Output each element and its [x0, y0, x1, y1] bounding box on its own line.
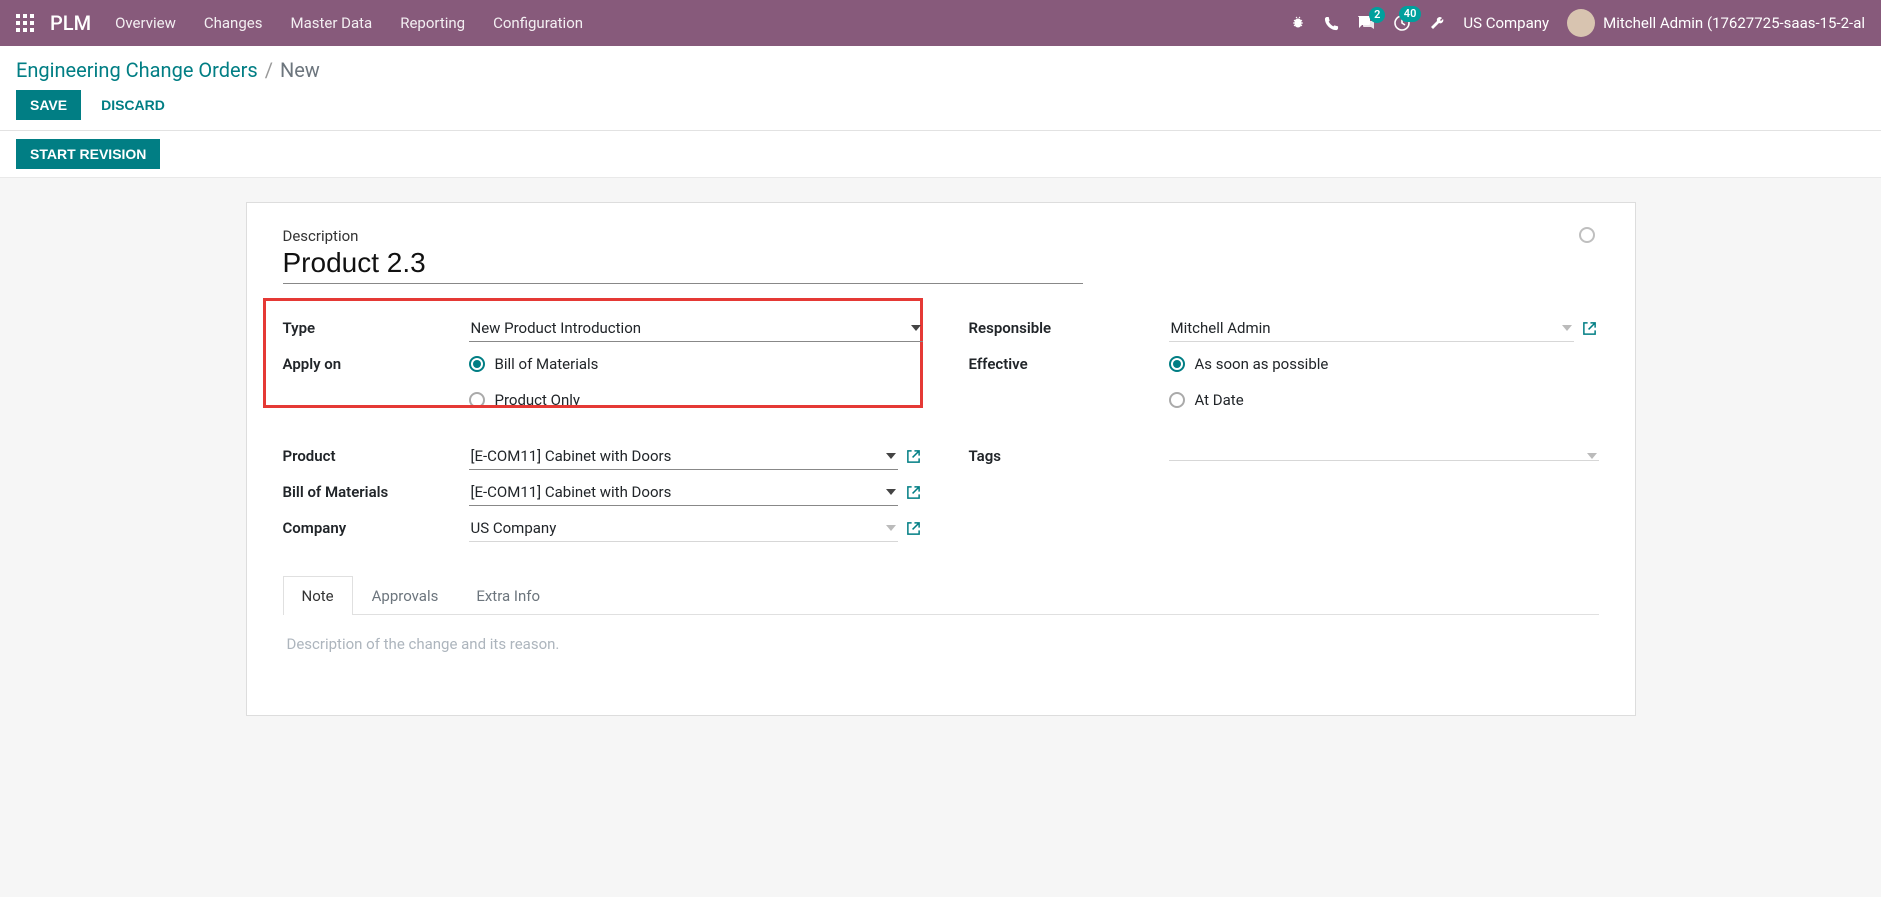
product-label: Product: [283, 447, 469, 465]
chevron-down-icon: [911, 325, 921, 331]
company-value: US Company: [471, 519, 557, 537]
menu-master-data[interactable]: Master Data: [290, 14, 372, 32]
external-link-icon[interactable]: [904, 449, 923, 464]
control-panel: Engineering Change Orders / New SAVE DIS…: [0, 46, 1881, 131]
menu-reporting[interactable]: Reporting: [400, 14, 465, 32]
tags-label: Tags: [969, 447, 1169, 465]
bom-select[interactable]: [E-COM11] Cabinet with Doors: [469, 479, 898, 506]
company-label: Company: [283, 519, 469, 537]
apply-on-product-label[interactable]: Product Only: [495, 391, 581, 409]
company-switcher[interactable]: US Company: [1463, 14, 1549, 32]
menu-changes[interactable]: Changes: [204, 14, 263, 32]
bom-label: Bill of Materials: [283, 483, 469, 501]
top-nav: PLM Overview Changes Master Data Reporti…: [0, 0, 1881, 46]
tab-note[interactable]: Note: [283, 576, 353, 615]
user-name: Mitchell Admin (17627725-saas-15-2-al: [1603, 14, 1865, 32]
responsible-select[interactable]: Mitchell Admin: [1169, 315, 1574, 342]
tags-select[interactable]: [1169, 452, 1599, 461]
tab-approvals[interactable]: Approvals: [353, 576, 458, 615]
chevron-down-icon: [886, 525, 896, 531]
chevron-down-icon: [1562, 325, 1572, 331]
menu-overview[interactable]: Overview: [115, 14, 176, 32]
user-menu[interactable]: Mitchell Admin (17627725-saas-15-2-al: [1567, 9, 1865, 37]
bom-value: [E-COM11] Cabinet with Doors: [471, 483, 672, 501]
type-label: Type: [283, 319, 469, 337]
breadcrumb-current: New: [280, 58, 320, 82]
description-label: Description: [283, 227, 1599, 245]
tab-extra-info[interactable]: Extra Info: [457, 576, 559, 615]
type-value: New Product Introduction: [471, 319, 642, 337]
breadcrumb: Engineering Change Orders / New: [16, 58, 1865, 82]
effective-asap-label[interactable]: As soon as possible: [1195, 355, 1329, 373]
product-select[interactable]: [E-COM11] Cabinet with Doors: [469, 443, 898, 470]
form-left-column: Type New Product Introduction Apply on B…: [283, 310, 923, 546]
tabs: Note Approvals Extra Info: [283, 576, 1599, 615]
messages-icon[interactable]: 2: [1357, 15, 1375, 31]
activity-icon[interactable]: 40: [1393, 14, 1411, 32]
product-value: [E-COM11] Cabinet with Doors: [471, 447, 672, 465]
start-revision-button[interactable]: START REVISION: [16, 139, 160, 169]
external-link-icon[interactable]: [904, 521, 923, 536]
apply-on-product-radio[interactable]: [469, 392, 485, 408]
breadcrumb-parent[interactable]: Engineering Change Orders: [16, 58, 258, 82]
main-menu: Overview Changes Master Data Reporting C…: [115, 14, 583, 32]
messages-badge: 2: [1369, 7, 1385, 23]
type-select[interactable]: New Product Introduction: [469, 315, 923, 342]
external-link-icon[interactable]: [1580, 321, 1599, 336]
save-button[interactable]: SAVE: [16, 90, 81, 120]
menu-configuration[interactable]: Configuration: [493, 14, 583, 32]
apply-on-label: Apply on: [283, 355, 469, 373]
chevron-down-icon: [886, 489, 896, 495]
chevron-down-icon: [886, 453, 896, 459]
description-input[interactable]: [283, 247, 1083, 284]
company-select[interactable]: US Company: [469, 515, 898, 542]
form-right-column: Responsible Mitchell Admin Effective: [969, 310, 1599, 546]
effective-label: Effective: [969, 355, 1169, 373]
systray: 2 40 US Company Mitchell Admin (17627725…: [1290, 9, 1865, 37]
effective-at-date-label[interactable]: At Date: [1195, 391, 1244, 409]
external-link-icon[interactable]: [904, 485, 923, 500]
discard-button[interactable]: DISCARD: [91, 90, 175, 120]
chevron-down-icon: [1587, 453, 1597, 459]
apply-on-bom-label[interactable]: Bill of Materials: [495, 355, 599, 373]
responsible-label: Responsible: [969, 319, 1169, 337]
bug-icon[interactable]: [1290, 15, 1306, 31]
tools-icon[interactable]: [1429, 15, 1445, 31]
tab-note-content[interactable]: Description of the change and its reason…: [283, 615, 1599, 673]
kanban-state-dot[interactable]: [1579, 227, 1595, 243]
activity-badge: 40: [1399, 6, 1422, 22]
status-bar: START REVISION: [0, 131, 1881, 178]
effective-at-date-radio[interactable]: [1169, 392, 1185, 408]
phone-icon[interactable]: [1324, 16, 1339, 31]
effective-asap-radio[interactable]: [1169, 356, 1185, 372]
avatar: [1567, 9, 1595, 37]
app-brand[interactable]: PLM: [50, 11, 91, 35]
apps-icon[interactable]: [16, 14, 34, 32]
breadcrumb-sep: /: [265, 58, 273, 82]
responsible-value: Mitchell Admin: [1171, 319, 1271, 337]
form-sheet: Description Type New Product Introductio…: [246, 202, 1636, 716]
apply-on-bom-radio[interactable]: [469, 356, 485, 372]
note-placeholder: Description of the change and its reason…: [287, 635, 560, 653]
